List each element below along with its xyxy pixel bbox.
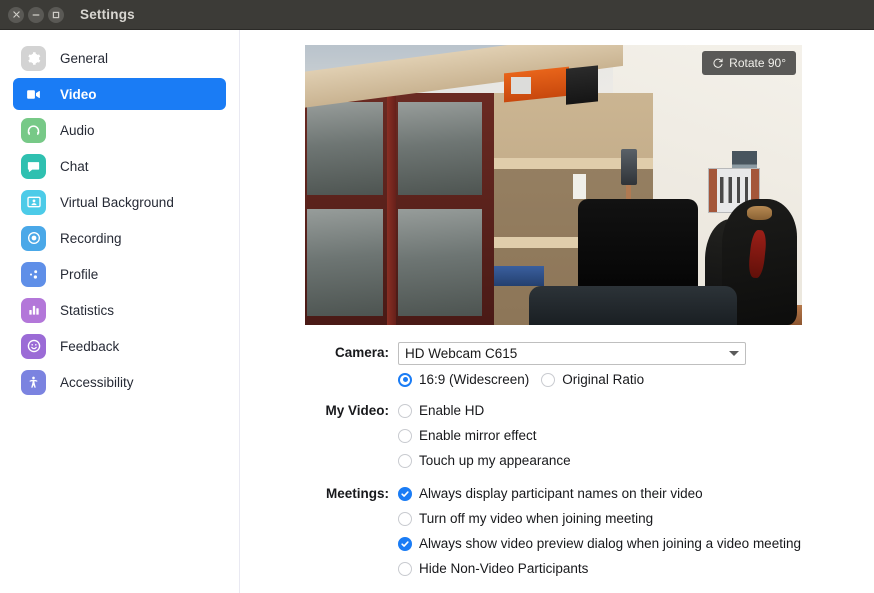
radio-original-ratio-mark [541,372,556,387]
checkbox-enable-mirror-effect-label: Enable mirror effect [419,428,537,443]
video-preview: Rotate 90° [305,45,802,325]
my-video-row: My Video: Enable HD Enable mirror effect [240,400,874,471]
window-title: Settings [80,7,135,22]
sidebar-item-accessibility[interactable]: Accessibility [13,366,226,398]
checkbox-show-video-preview-dialog[interactable]: Always show video preview dialog when jo… [398,533,874,554]
titlebar: Settings [0,0,874,30]
camera-select[interactable]: HD Webcam C615 [398,342,746,365]
window-body: General Video Audio Chat Virtual Backgro… [0,30,874,593]
checkbox-hide-non-video-participants-mark [398,561,412,576]
checkbox-turn-off-video-when-joining-mark [398,511,412,526]
checkbox-display-participant-names[interactable]: Always display participant names on thei… [398,483,874,504]
sidebar-item-recording[interactable]: Recording [13,222,226,254]
record-circle-icon [21,225,46,251]
chat-bubble-icon [21,153,46,179]
sidebar-item-label: Chat [60,158,89,174]
video-camera-icon [21,82,46,107]
checkbox-display-participant-names-mark [398,486,412,501]
checkbox-show-video-preview-dialog-label: Always show video preview dialog when jo… [419,536,801,551]
sidebar-item-virtual-background[interactable]: Virtual Background [13,186,226,218]
camera-feed-image [305,45,802,325]
rotate-90-label: Rotate 90° [729,56,786,70]
camera-selected-value: HD Webcam C615 [405,346,518,361]
sidebar: General Video Audio Chat Virtual Backgro… [0,30,240,593]
bar-chart-icon [21,297,46,323]
radio-widescreen[interactable]: 16:9 (Widescreen) [398,372,529,387]
gear-icon [21,45,46,71]
checkbox-touch-up-my-appearance-mark [398,453,412,468]
minimize-button[interactable] [28,6,44,23]
camera-label: Camera: [334,345,389,360]
rotate-arrow-icon [712,57,724,69]
settings-window: Settings General Video Audio Chat Virtua… [0,0,874,593]
checkbox-hide-non-video-participants-label: Hide Non-Video Participants [419,561,589,576]
sidebar-item-label: Feedback [60,338,120,354]
smiley-face-icon [21,333,46,359]
meetings-label: Meetings: [325,486,389,501]
sidebar-item-label: Virtual Background [60,194,174,210]
checkbox-hide-non-video-participants[interactable]: Hide Non-Video Participants [398,558,874,579]
aspect-ratio-group: 16:9 (Widescreen) Original Ratio [398,372,874,387]
checkbox-enable-hd[interactable]: Enable HD [398,400,874,421]
sidebar-item-statistics[interactable]: Statistics [13,294,226,326]
checkbox-touch-up-my-appearance-label: Touch up my appearance [419,453,571,468]
checkbox-show-video-preview-dialog-mark [398,536,412,551]
radio-original-ratio-label: Original Ratio [562,372,645,387]
content-area: Rotate 90° Camera: HD Webcam C615 16:9 (… [240,30,874,593]
sidebar-item-label: Profile [60,266,99,282]
rotate-90-button[interactable]: Rotate 90° [702,51,796,75]
meetings-row: Meetings: Always display participant nam… [240,483,874,579]
checkbox-turn-off-video-when-joining[interactable]: Turn off my video when joining meeting [398,508,874,529]
checkbox-display-participant-names-label: Always display participant names on thei… [419,486,703,501]
radio-original-ratio[interactable]: Original Ratio [541,372,644,387]
sidebar-item-label: Recording [60,230,122,246]
checkbox-enable-hd-mark [398,403,412,418]
sidebar-item-chat[interactable]: Chat [13,150,226,182]
sidebar-item-feedback[interactable]: Feedback [13,330,226,362]
sidebar-item-label: Accessibility [60,374,134,390]
headphones-icon [21,117,46,143]
profile-dots-icon [21,261,46,287]
sidebar-item-audio[interactable]: Audio [13,114,226,146]
sidebar-item-video[interactable]: Video [13,78,226,110]
checkbox-enable-hd-label: Enable HD [419,403,485,418]
maximize-button[interactable] [48,6,64,23]
radio-widescreen-mark [398,372,412,387]
radio-widescreen-label: 16:9 (Widescreen) [419,372,530,387]
sidebar-item-label: Audio [60,122,95,138]
sidebar-item-label: General [60,50,109,66]
my-video-label: My Video: [325,403,389,418]
video-settings-form: Camera: HD Webcam C615 16:9 (Widescreen) [240,342,874,579]
close-button[interactable] [8,6,24,23]
sidebar-item-profile[interactable]: Profile [13,258,226,290]
sidebar-item-general[interactable]: General [13,42,226,74]
person-frame-icon [21,189,46,215]
checkbox-enable-mirror-effect[interactable]: Enable mirror effect [398,425,874,446]
checkbox-enable-mirror-effect-mark [398,428,412,443]
camera-row: Camera: HD Webcam C615 16:9 (Widescreen) [240,342,874,387]
sidebar-item-label: Video [60,86,97,102]
checkbox-touch-up-my-appearance[interactable]: Touch up my appearance [398,450,874,471]
checkbox-turn-off-video-when-joining-label: Turn off my video when joining meeting [419,511,654,526]
sidebar-item-label: Statistics [60,302,115,318]
accessibility-person-icon [21,369,46,395]
chevron-down-icon [729,351,739,356]
